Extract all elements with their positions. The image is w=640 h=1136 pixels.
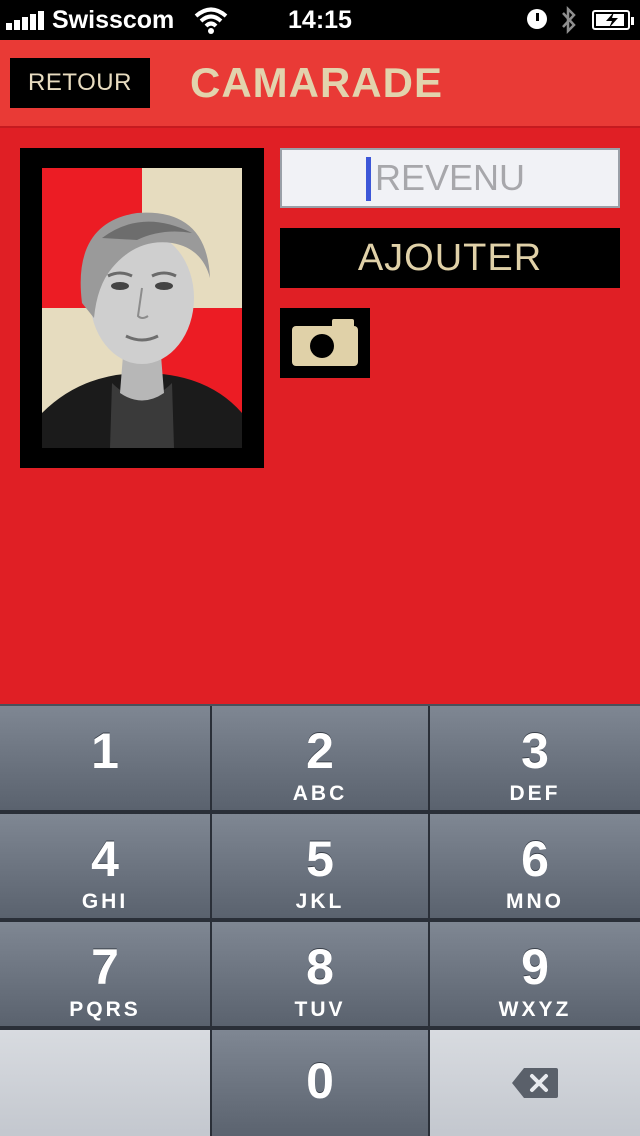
profile-photo <box>42 168 242 448</box>
clock-icon <box>527 9 547 29</box>
key-7[interactable]: 7 PQRS <box>0 922 212 1028</box>
key-number: 3 <box>521 723 549 779</box>
key-number: 1 <box>91 723 119 779</box>
numeric-keypad: 1 2 ABC 3 DEF 4 GHI 5 JKL 6 MNO 7 PQRS 8… <box>0 704 640 1136</box>
key-3[interactable]: 3 DEF <box>430 706 640 812</box>
key-6[interactable]: 6 MNO <box>430 814 640 920</box>
delete-key[interactable] <box>430 1030 640 1136</box>
camera-button[interactable] <box>280 308 370 378</box>
income-field[interactable] <box>280 148 620 208</box>
key-letters: JKL <box>295 890 345 913</box>
backspace-icon <box>512 1068 558 1098</box>
key-5[interactable]: 5 JKL <box>212 814 430 920</box>
key-number: 0 <box>306 1053 334 1109</box>
key-number: 2 <box>306 723 334 779</box>
back-button[interactable]: RETOUR <box>10 58 150 108</box>
key-number: 6 <box>521 831 549 887</box>
key-number: 7 <box>91 939 119 995</box>
profile-photo-frame <box>20 148 264 468</box>
key-letters: MNO <box>506 890 564 913</box>
key-8[interactable]: 8 TUV <box>212 922 430 1028</box>
navigation-bar: RETOUR CAMARADE <box>0 40 640 128</box>
add-button[interactable]: AJOUTER <box>280 228 620 288</box>
bluetooth-icon <box>562 5 576 35</box>
key-number: 9 <box>521 939 549 995</box>
status-bar: Swisscom 14:15 <box>0 0 640 40</box>
key-9[interactable]: 9 WXYZ <box>430 922 640 1028</box>
text-caret <box>366 157 371 201</box>
key-1[interactable]: 1 <box>0 706 212 812</box>
camera-icon <box>292 319 358 366</box>
key-letters: ABC <box>292 782 348 805</box>
key-2[interactable]: 2 ABC <box>212 706 430 812</box>
key-0[interactable]: 0 <box>212 1030 430 1136</box>
key-number: 5 <box>306 831 334 887</box>
key-letters: GHI <box>81 890 129 913</box>
key-number: 8 <box>306 939 334 995</box>
key-4[interactable]: 4 GHI <box>0 814 212 920</box>
page-title: CAMARADE <box>190 59 443 106</box>
key-number: 4 <box>91 831 119 887</box>
key-letters: PQRS <box>69 998 141 1021</box>
key-letters: DEF <box>509 782 561 805</box>
key-blank <box>0 1030 212 1136</box>
key-letters: TUV <box>294 998 346 1021</box>
battery-charging-icon <box>592 10 634 30</box>
income-input[interactable] <box>282 150 618 206</box>
key-letters: WXYZ <box>498 998 572 1021</box>
